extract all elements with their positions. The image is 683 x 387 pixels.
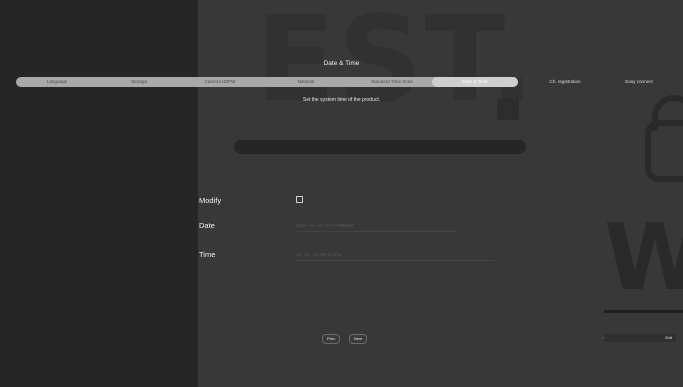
page-subtitle: Set the system time of the product. (302, 97, 381, 103)
step-storage[interactable]: Storage (98, 77, 180, 87)
step-ch-registration[interactable]: Ch. registration (528, 77, 602, 87)
step-standard-time-zone[interactable]: Standard Time Zone (352, 77, 432, 87)
next-button[interactable]: Next (349, 334, 368, 344)
step-language[interactable]: Language (16, 77, 98, 87)
background-letter: W (604, 204, 683, 311)
step-date-time[interactable]: Date & Time (432, 77, 518, 87)
step-camera-id-pw[interactable]: Camera ID/PW (180, 77, 260, 87)
lock-icon (645, 120, 683, 182)
left-panel (0, 0, 198, 387)
time-label: Time (199, 250, 216, 259)
setup-steps: Language Storage Camera ID/PW Network St… (16, 77, 676, 87)
background-bar (234, 140, 526, 154)
step-network[interactable]: Network (260, 77, 352, 87)
modify-checkbox[interactable] (296, 196, 303, 203)
exit-button[interactable]: Exit (604, 334, 676, 342)
prev-button[interactable]: Prev (322, 334, 341, 344)
date-field[interactable]: 2024 - 01 - 01 YYYY-MM-DD (296, 221, 456, 232)
step-easy-connect[interactable]: Easy connect (602, 77, 676, 87)
background-line (604, 310, 683, 313)
time-field[interactable]: 12 : 00 : 00 AM 24 hour (296, 250, 494, 261)
date-label: Date (199, 221, 215, 230)
modify-label: Modify (199, 196, 222, 205)
page-title: Date & Time (323, 60, 360, 67)
